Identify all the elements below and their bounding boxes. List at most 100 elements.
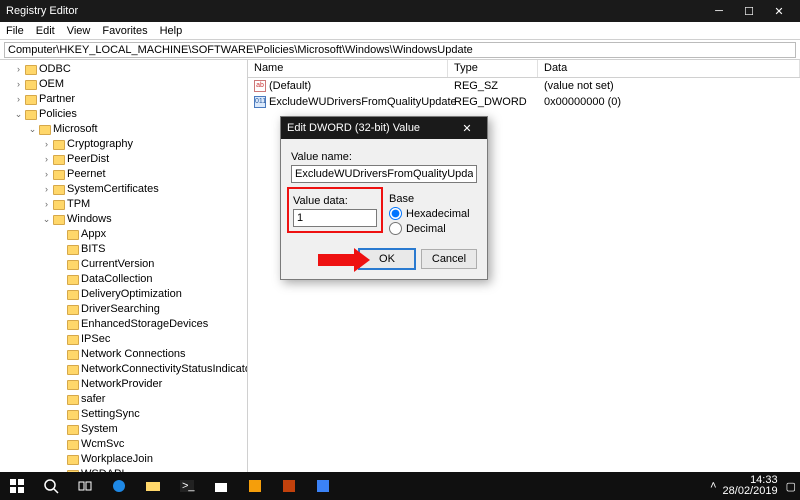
expand-icon[interactable]: › [14,62,23,77]
tree-item[interactable]: WorkplaceJoin [56,452,153,467]
tree-item[interactable]: NetworkConnectivityStatusIndicator [56,362,248,377]
expand-icon[interactable]: › [42,152,51,167]
radio-hex[interactable]: Hexadecimal [389,207,477,220]
menu-edit[interactable]: Edit [36,25,55,37]
expand-icon[interactable] [56,317,65,332]
store-icon[interactable] [204,472,238,500]
expand-icon[interactable] [56,332,65,347]
tree-item[interactable]: ⌄Policies [14,107,77,122]
tree-item[interactable]: DriverSearching [56,302,160,317]
row-data: 0x00000000 (0) [538,96,800,108]
tree-item[interactable]: ›TPM [42,197,90,212]
list-row[interactable]: 011ExcludeWUDriversFromQualityUpdate REG… [248,94,800,110]
cmd-icon[interactable]: >_ [170,472,204,500]
explorer-icon[interactable] [136,472,170,500]
expand-icon[interactable] [56,257,65,272]
expand-icon[interactable] [56,377,65,392]
start-button[interactable] [0,472,34,500]
address-input[interactable] [4,42,796,58]
tree-label: IPSec [81,332,110,347]
col-data[interactable]: Data [538,60,800,77]
edge-icon[interactable] [102,472,136,500]
expand-icon[interactable] [56,407,65,422]
close-button[interactable]: ✕ [764,0,794,22]
tree-item[interactable]: System [56,422,118,437]
tree-item[interactable]: NetworkProvider [56,377,162,392]
tree-item[interactable]: DeliveryOptimization [56,287,182,302]
tree-item[interactable]: ›OEM [14,77,64,92]
edit-dword-dialog: Edit DWORD (32-bit) Value ✕ Value name: … [280,116,488,280]
col-name[interactable]: Name [248,60,448,77]
expand-icon[interactable] [56,227,65,242]
cancel-button[interactable]: Cancel [421,249,477,269]
ok-button[interactable]: OK [359,249,415,269]
tree-item[interactable]: DataCollection [56,272,153,287]
minimize-button[interactable]: ─ [704,0,734,22]
tree-item[interactable]: ›SystemCertificates [42,182,159,197]
expand-icon[interactable] [56,302,65,317]
expand-icon[interactable]: ⌄ [28,122,37,137]
menu-file[interactable]: File [6,25,24,37]
expand-icon[interactable] [56,362,65,377]
tree-item[interactable]: Network Connections [56,347,186,362]
taskbar: >_ ˄ 14:33 28/02/2019 ▢ [0,472,800,500]
col-type[interactable]: Type [448,60,538,77]
dialog-close-icon[interactable]: ✕ [453,122,481,135]
expand-icon[interactable]: › [14,92,23,107]
maximize-button[interactable]: ☐ [734,0,764,22]
tree-item[interactable]: ›Peernet [42,167,106,182]
tree-item[interactable]: ›PeerDist [42,152,109,167]
expand-icon[interactable]: › [14,77,23,92]
tree-item[interactable]: WcmSvc [56,437,124,452]
value-data-input[interactable] [293,209,377,227]
menu-view[interactable]: View [67,25,91,37]
app-icon-1[interactable] [238,472,272,500]
expand-icon[interactable]: › [42,167,51,182]
app-icon-3[interactable] [306,472,340,500]
dialog-titlebar[interactable]: Edit DWORD (32-bit) Value ✕ [281,117,487,139]
expand-icon[interactable] [56,452,65,467]
expand-icon[interactable]: › [42,197,51,212]
tree-item[interactable]: BITS [56,242,105,257]
menu-favorites[interactable]: Favorites [102,25,147,37]
radio-dec[interactable]: Decimal [389,222,477,235]
expand-icon[interactable]: ⌄ [14,107,23,122]
expand-icon[interactable]: › [42,137,51,152]
tree-pane[interactable]: ›ODBC›OEM›Partner⌄Policies⌄Microsoft›Cry… [0,60,248,472]
task-view-icon[interactable] [68,472,102,500]
notifications-icon[interactable]: ▢ [786,480,796,493]
tree-item[interactable]: SettingSync [56,407,140,422]
tray-chevron-icon[interactable]: ˄ [710,480,716,492]
list-row[interactable]: ab(Default) REG_SZ (value not set) [248,78,800,94]
app-icon-2[interactable] [272,472,306,500]
tree-item[interactable]: Appx [56,227,106,242]
value-name-input[interactable] [291,165,477,183]
expand-icon[interactable]: › [42,182,51,197]
expand-icon[interactable] [56,287,65,302]
tree-item[interactable]: safer [56,392,105,407]
clock[interactable]: 14:33 28/02/2019 [723,475,780,497]
tree-item[interactable]: IPSec [56,332,110,347]
tree-item[interactable]: ›ODBC [14,62,71,77]
expand-icon[interactable] [56,242,65,257]
tree-item[interactable]: ›Partner [14,92,75,107]
tree-item[interactable]: ⌄Microsoft [28,122,98,137]
expand-icon[interactable] [56,272,65,287]
titlebar: Registry Editor ─ ☐ ✕ [0,0,800,22]
folder-icon [67,275,79,285]
expand-icon[interactable] [56,392,65,407]
expand-icon[interactable]: ⌄ [42,212,51,227]
expand-icon[interactable] [56,437,65,452]
radio-hex-input[interactable] [389,207,402,220]
expand-icon[interactable] [56,422,65,437]
system-tray[interactable]: ˄ 14:33 28/02/2019 ▢ [706,475,800,497]
menu-help[interactable]: Help [160,25,183,37]
tree-item[interactable]: ⌄Windows [42,212,112,227]
tree-item[interactable]: CurrentVersion [56,257,154,272]
expand-icon[interactable] [56,347,65,362]
radio-dec-input[interactable] [389,222,402,235]
tree-item[interactable]: EnhancedStorageDevices [56,317,208,332]
search-icon[interactable] [34,472,68,500]
folder-icon [67,260,79,270]
tree-item[interactable]: ›Cryptography [42,137,133,152]
